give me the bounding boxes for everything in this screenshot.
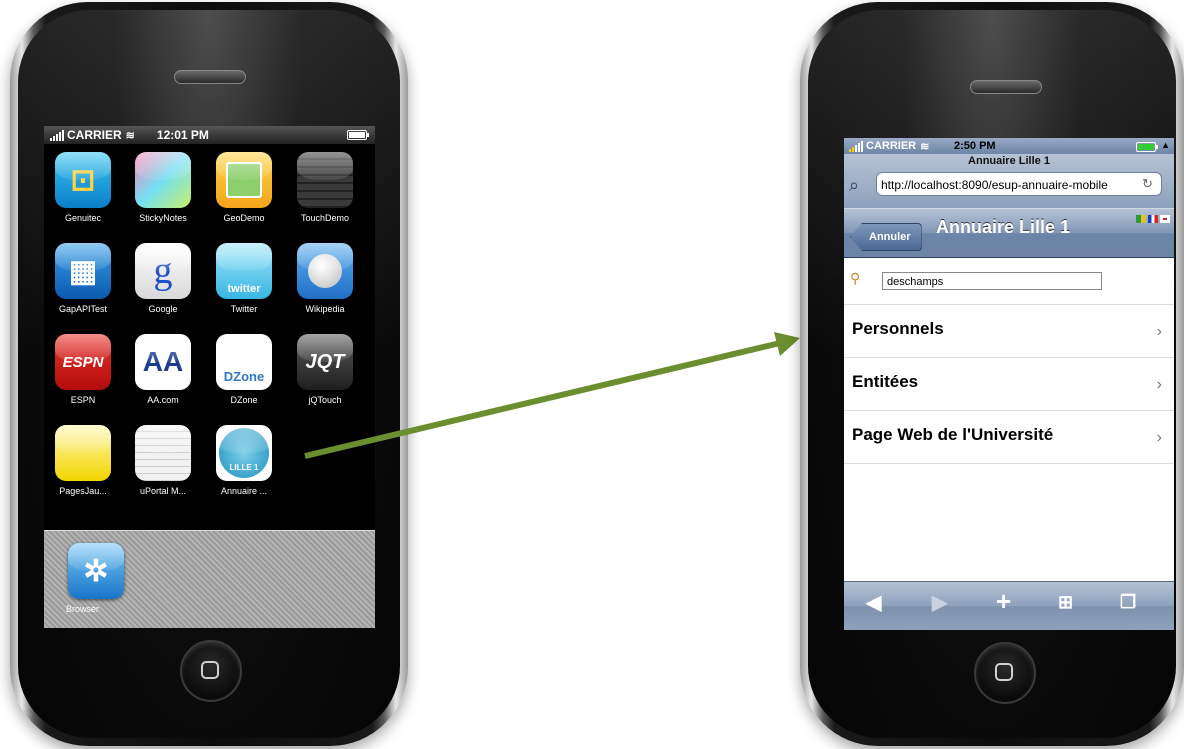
url-field[interactable]: http://localhost:8090/esup-annuaire-mobi… (876, 172, 1162, 196)
list-item-entitees[interactable]: Entitées › (844, 358, 1174, 411)
home-button[interactable] (974, 642, 1036, 704)
safari-toolbar: ◀ ▶ + ⊞ ❐ (844, 581, 1174, 630)
carrier-label: CARRIER (866, 140, 917, 152)
language-flags (1136, 215, 1170, 223)
wifi-icon: ≋ (920, 140, 930, 153)
arrowhead (774, 332, 800, 356)
back-icon[interactable]: ◀ (866, 590, 881, 615)
annuler-button[interactable]: Annuler (850, 223, 922, 251)
pages-icon[interactable]: ❐ (1120, 592, 1136, 613)
forward-icon[interactable]: ▶ (932, 590, 947, 615)
safari-url-bar: Annuaire Lille 1 ⌕ http://localhost:8090… (844, 154, 1174, 208)
nav-bar: Annuler Annuaire Lille 1 (844, 208, 1174, 258)
flag-uk-icon[interactable] (1160, 215, 1170, 223)
page-title: Annuaire Lille 1 (968, 155, 1050, 167)
status-bar: CARRIER ≋ 2:50 PM ▲ (844, 138, 1174, 154)
flag-fr-icon[interactable] (1148, 215, 1158, 223)
status-time: 2:50 PM (954, 140, 996, 152)
lock-icon: ▲ (1161, 140, 1170, 150)
search-input[interactable]: deschamps (882, 272, 1102, 290)
search-row: ⚲ deschamps (844, 258, 1174, 305)
magnifier-icon: ⚲ (850, 270, 861, 286)
list-item-personnels[interactable]: Personnels › (844, 305, 1174, 358)
battery-icon (1136, 142, 1158, 152)
chevron-right-icon: › (1156, 323, 1162, 340)
browser-screen: CARRIER ≋ 2:50 PM ▲ Annuaire Lille 1 ⌕ h… (844, 138, 1174, 630)
chevron-right-icon: › (1156, 376, 1162, 393)
search-icon[interactable]: ⌕ (849, 174, 871, 196)
nav-title: Annuaire Lille 1 (936, 217, 1071, 237)
list-item-page-web[interactable]: Page Web de l'Université › (844, 411, 1174, 464)
speaker-grille (970, 80, 1042, 94)
right-iphone: CARRIER ≋ 2:50 PM ▲ Annuaire Lille 1 ⌕ h… (800, 2, 1184, 746)
flag-green-icon[interactable] (1136, 215, 1146, 223)
bookmarks-icon[interactable]: ⊞ (1058, 592, 1073, 613)
add-icon[interactable]: + (996, 586, 1011, 617)
signal-icon (849, 140, 863, 152)
reload-icon[interactable]: ↻ (1142, 172, 1162, 196)
chevron-right-icon: › (1156, 429, 1162, 446)
